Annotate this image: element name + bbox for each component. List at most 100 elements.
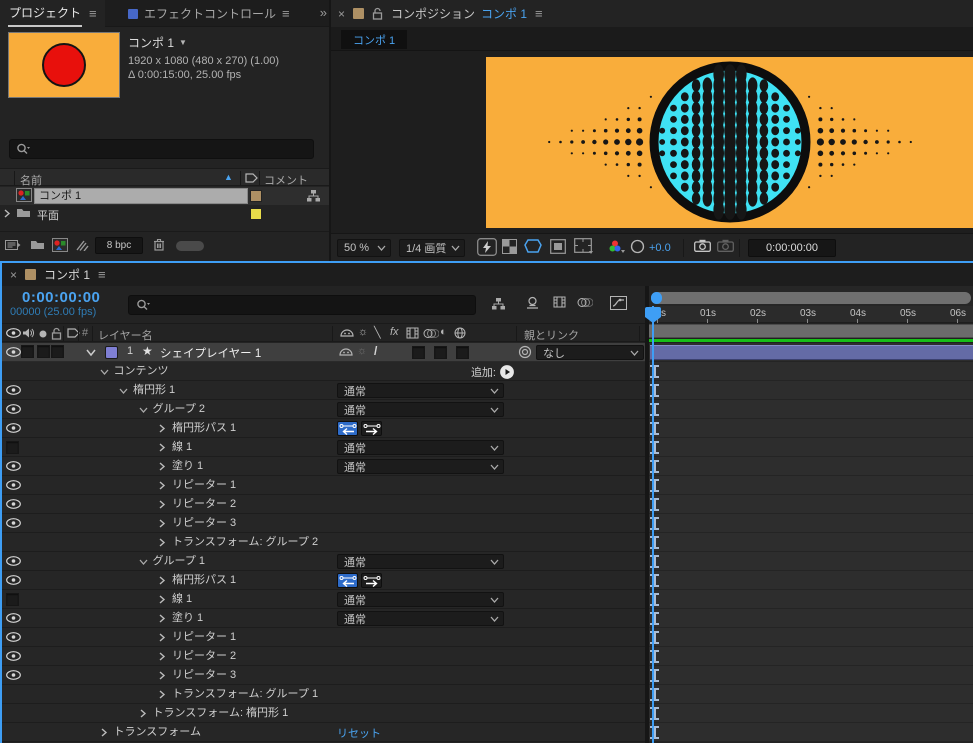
3d-layer-icon[interactable] <box>454 327 466 339</box>
layer-duration-bar[interactable] <box>650 345 973 360</box>
snapshot-icon[interactable] <box>694 239 711 252</box>
chevron-right-icon[interactable] <box>158 671 166 680</box>
column-name[interactable]: 名前 <box>20 172 42 188</box>
lock-toggle-well[interactable] <box>51 345 64 358</box>
property-label[interactable]: リピーター 2 <box>172 495 236 513</box>
property-row[interactable]: トランスフォーム: グループ 1 <box>2 685 647 704</box>
speaker-icon[interactable] <box>22 327 34 339</box>
exposure-value[interactable]: +0.0 <box>649 242 671 254</box>
eye-icon[interactable] <box>6 461 21 471</box>
column-comment[interactable]: コメント <box>264 172 308 188</box>
property-row[interactable]: リピーター 1 <box>2 628 647 647</box>
project-row-folder[interactable]: 平面 <box>0 205 329 223</box>
label-color-swatch[interactable] <box>250 208 262 220</box>
property-row[interactable]: リピーター 2 <box>2 495 647 514</box>
shy-icon[interactable] <box>340 327 354 337</box>
bit-depth-button[interactable]: 8 bpc <box>95 237 143 254</box>
switch-well[interactable] <box>456 346 469 359</box>
chevron-right-icon[interactable] <box>158 633 166 642</box>
zoom-select[interactable]: 50 % <box>337 239 391 257</box>
eye-icon[interactable] <box>6 575 21 585</box>
chevron-right-icon[interactable] <box>158 443 166 452</box>
motion-blur-icon[interactable] <box>577 297 593 308</box>
label-color-swatch[interactable] <box>250 190 262 202</box>
eye-icon[interactable] <box>6 518 21 528</box>
property-label[interactable]: 楕円形パス 1 <box>172 419 236 437</box>
draft-3d-icon[interactable] <box>525 296 540 309</box>
blend-mode-select[interactable]: 通常 <box>337 554 504 569</box>
eye-icon[interactable] <box>6 556 21 566</box>
timegraph-property-row[interactable] <box>649 495 973 514</box>
chevron-right-icon[interactable] <box>158 462 166 471</box>
mask-visibility-icon[interactable] <box>524 238 542 254</box>
property-row[interactable]: 楕円形パス 1 <box>2 419 647 438</box>
chevron-right-icon[interactable] <box>158 595 166 604</box>
property-row[interactable]: トランスフォーム: 楕円形 1 <box>2 704 647 723</box>
sort-up-icon[interactable]: ▲ <box>224 172 233 182</box>
visibility-toggle-well[interactable] <box>6 593 19 606</box>
timegraph-property-row[interactable] <box>649 571 973 590</box>
property-label[interactable]: トランスフォーム: 楕円形 1 <box>153 704 289 722</box>
timegraph-property-row[interactable] <box>649 723 973 742</box>
lock-icon[interactable] <box>51 327 62 340</box>
panel-menu-icon[interactable]: ≡ <box>535 6 543 21</box>
column-parent-link[interactable]: 親とリンク <box>524 327 579 343</box>
property-label[interactable]: リピーター 3 <box>172 514 236 532</box>
property-label[interactable]: 線 1 <box>172 590 192 608</box>
property-row[interactable]: 楕円形 1 通常 <box>2 381 647 400</box>
eye-icon[interactable] <box>6 347 21 357</box>
layer-row-shape-layer-1[interactable]: 1 ★ シェイプレイヤー 1 ☼ / なし <box>2 343 647 362</box>
timegraph-property-row[interactable] <box>649 419 973 438</box>
composition-viewer[interactable] <box>331 51 973 233</box>
property-label[interactable]: リピーター 1 <box>172 476 236 494</box>
switch-well[interactable] <box>434 346 447 359</box>
timegraph-property-row[interactable] <box>649 476 973 495</box>
property-label[interactable]: 楕円形 1 <box>133 381 175 399</box>
composition-canvas[interactable] <box>486 57 973 228</box>
property-label[interactable]: 塗り 1 <box>172 609 203 627</box>
chevron-right-icon[interactable] <box>158 519 166 528</box>
timegraph-property-row[interactable] <box>649 438 973 457</box>
transparency-grid-icon[interactable] <box>502 239 517 254</box>
tab-effect-controls[interactable]: エフェクトコントロール ≡ <box>120 0 305 27</box>
property-row[interactable]: グループ 2 通常 <box>2 400 647 419</box>
timegraph-property-row[interactable] <box>649 666 973 685</box>
timegraph-property-row[interactable] <box>649 609 973 628</box>
timegraph-property-row[interactable] <box>649 704 973 723</box>
eye-icon[interactable] <box>6 480 21 490</box>
property-row[interactable]: リピーター 3 <box>2 514 647 533</box>
switch-well[interactable] <box>412 346 425 359</box>
property-row[interactable]: 塗り 1 通常 <box>2 457 647 476</box>
chevron-down-icon[interactable] <box>139 406 148 414</box>
property-label[interactable]: 楕円形パス 1 <box>172 571 236 589</box>
project-item-name[interactable]: コンポ 1 <box>128 34 174 51</box>
timegraph-property-row[interactable] <box>649 381 973 400</box>
property-row[interactable]: 線 1 通常 <box>2 438 647 457</box>
property-label[interactable]: トランスフォーム: グループ 1 <box>172 685 318 703</box>
frame-blend-icon[interactable] <box>406 327 419 339</box>
lock-icon[interactable] <box>372 7 383 20</box>
blend-mode-select[interactable]: 通常 <box>337 402 504 417</box>
horizontal-scrollbar-thumb[interactable] <box>176 241 204 251</box>
motion-blur-icon[interactable] <box>423 328 439 339</box>
pickwhip-icon[interactable] <box>518 345 532 359</box>
flowchart-icon[interactable] <box>306 189 321 203</box>
property-row[interactable]: 線 1 通常 <box>2 590 647 609</box>
path-direction-right-icon[interactable] <box>361 421 382 436</box>
collapse-sun-icon[interactable]: ☼ <box>357 345 367 357</box>
layer-name[interactable]: シェイプレイヤー 1 <box>160 345 261 361</box>
parent-select[interactable]: なし <box>536 345 644 360</box>
eye-icon[interactable] <box>6 404 21 414</box>
eye-icon[interactable] <box>6 499 21 509</box>
property-label[interactable]: トランスフォーム: グループ 2 <box>172 533 318 551</box>
time-ruler[interactable]: 00s01s02s03s04s05s06s <box>649 306 973 323</box>
eye-icon[interactable] <box>6 423 21 433</box>
chevron-right-icon[interactable] <box>158 481 166 490</box>
property-label[interactable]: リピーター 1 <box>172 628 236 646</box>
safe-frames-icon[interactable] <box>574 238 594 254</box>
new-folder-icon[interactable] <box>30 239 45 250</box>
fx-icon[interactable]: fx <box>390 326 399 338</box>
property-label[interactable]: コンテンツ <box>114 362 169 380</box>
show-snapshot-icon[interactable] <box>717 239 734 252</box>
property-row[interactable]: 楕円形パス 1 <box>2 571 647 590</box>
